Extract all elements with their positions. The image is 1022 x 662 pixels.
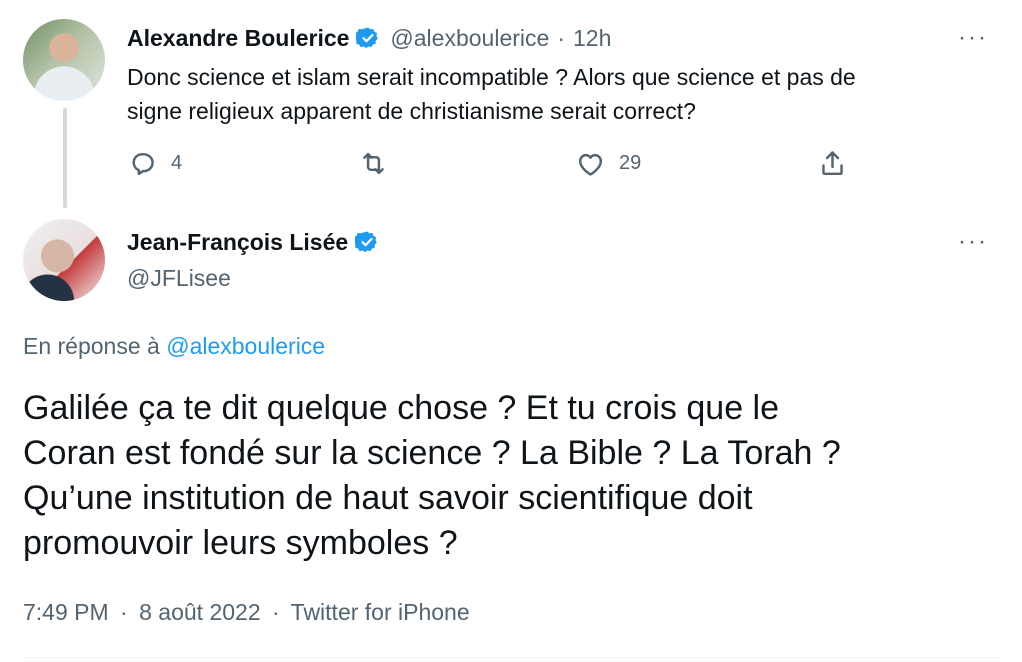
- meta-separator: ·: [272, 599, 280, 625]
- reply-context: En réponse à @alexboulerice: [23, 332, 325, 360]
- tweet-source[interactable]: Twitter for iPhone: [291, 599, 470, 625]
- reply-icon: [132, 153, 154, 176]
- meta-separator: ·: [120, 599, 128, 625]
- avatar-alexandre-boulerice[interactable]: [23, 19, 105, 101]
- reply-action[interactable]: 4: [127, 148, 182, 179]
- reply-tweet-text-line: Donc science et islam serait incompatibl…: [127, 64, 856, 90]
- more-icon[interactable]: ···: [958, 230, 988, 254]
- author-name[interactable]: Alexandre Boulerice: [127, 24, 349, 52]
- main-tweet-text: Galilée ça te dit quelque chose ? Et tu …: [23, 386, 998, 566]
- retweet-icon: [363, 152, 384, 175]
- tweet-time[interactable]: 7:49 PM: [23, 599, 109, 625]
- like-icon: [578, 153, 603, 176]
- header-separator: ·: [557, 24, 565, 51]
- author-handle[interactable]: @alexboulerice: [390, 25, 549, 52]
- reply-tweet-text: Donc science et islam serait incompatibl…: [127, 60, 987, 128]
- main-tweet-text-line: promouvoir leurs symboles ?: [23, 524, 458, 562]
- reply-tweet-header: Alexandre Boulerice @alexboulerice · 12h: [127, 24, 611, 52]
- tweet-date[interactable]: 8 août 2022: [139, 599, 261, 625]
- reply-prefix: En réponse à: [23, 333, 160, 359]
- verified-badge-icon: [355, 231, 377, 253]
- share-action[interactable]: [817, 148, 848, 179]
- reply-mention-link[interactable]: @alexboulerice: [166, 333, 325, 359]
- more-icon[interactable]: ···: [958, 26, 988, 50]
- main-tweet-author-row: Jean-François Lisée: [127, 228, 379, 256]
- verified-badge-icon: [356, 27, 379, 49]
- share-icon: [822, 151, 843, 176]
- main-tweet-text-line: Coran est fondé sur la science ? La Bibl…: [23, 434, 841, 472]
- main-tweet-text-line: Galilée ça te dit quelque chose ? Et tu …: [23, 389, 780, 427]
- main-tweet-text-line: Qu’une institution de haut savoir scient…: [23, 479, 753, 517]
- tweet-time[interactable]: 12h: [573, 25, 611, 52]
- tweet-metadata: 7:49 PM · 8 août 2022 · Twitter for iPho…: [23, 598, 470, 626]
- retweet-action[interactable]: [358, 148, 402, 179]
- author-handle[interactable]: @JFLisee: [127, 264, 231, 292]
- divider: [23, 657, 998, 658]
- avatar-jean-francois-lisee[interactable]: [23, 219, 105, 301]
- thread-connector-line: [63, 108, 67, 208]
- reply-tweet-text-line: signe religieux apparent de christianism…: [127, 98, 696, 124]
- like-action[interactable]: 29: [575, 148, 641, 179]
- reply-count: 4: [171, 152, 183, 174]
- like-count: 29: [619, 152, 642, 174]
- author-name[interactable]: Jean-François Lisée: [127, 228, 348, 256]
